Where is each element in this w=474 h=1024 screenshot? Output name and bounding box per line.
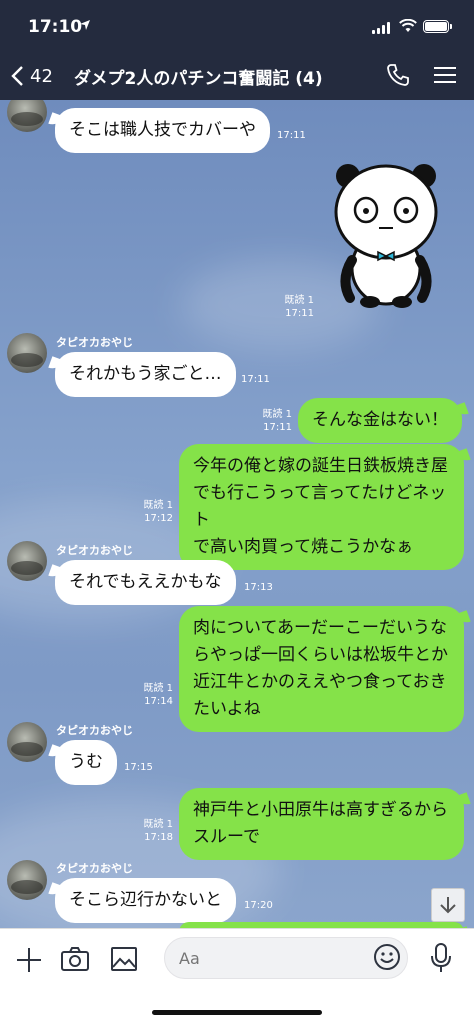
- message-line: たいよね: [193, 699, 261, 719]
- call-icon[interactable]: [386, 63, 410, 87]
- back-button[interactable]: 42: [10, 60, 53, 92]
- message-time: 17:11: [263, 422, 292, 433]
- chat-title: ダメプ2人のパチンコ奮闘記 (4): [74, 69, 323, 89]
- read-receipt: 既読 1: [143, 819, 173, 830]
- avatar[interactable]: [7, 100, 47, 132]
- message-line: 今年の俺と嫁の誕生日鉄板焼き屋: [193, 456, 448, 476]
- message-line: 近江牛とかのええやつ食っておき: [193, 672, 447, 692]
- sender-name: タピオカおやじ: [56, 336, 133, 349]
- sender-name: タピオカおやじ: [56, 724, 133, 737]
- message-bubble[interactable]: 神戸牛と小田原牛は高すぎるから スルーで: [179, 788, 464, 860]
- sender-name: タピオカおやじ: [56, 544, 133, 557]
- panda-sticker[interactable]: [330, 160, 442, 310]
- top-bar: 17:10 42 ダメプ2人のパチンコ奮闘記 (4): [0, 0, 474, 100]
- avatar[interactable]: [7, 860, 47, 900]
- emoji-icon[interactable]: [373, 943, 401, 971]
- sender-name: タピオカおやじ: [56, 862, 133, 875]
- message-time: 17:14: [144, 696, 173, 707]
- message-meta: 既読 1 17:14: [139, 682, 173, 708]
- message-time: 17:15: [124, 762, 153, 773]
- message-time: 17:18: [144, 832, 173, 843]
- message-bubble[interactable]: そこら辺行かないと: [55, 878, 236, 923]
- message-time: 17:11: [285, 308, 314, 319]
- message-meta: 既読 1 17:12: [139, 499, 173, 525]
- image-icon[interactable]: [110, 946, 138, 972]
- scroll-down-button[interactable]: [431, 888, 465, 922]
- message-meta: 既読 1 17:18: [139, 818, 173, 844]
- message-line: で高い肉買って焼こうかなぁ: [193, 537, 414, 557]
- message-line: 神戸牛と小田原牛は高すぎるから: [193, 800, 448, 820]
- read-receipt: 既読 1: [143, 500, 173, 511]
- back-count: 42: [30, 65, 53, 87]
- message-bubble[interactable]: そこは職人技でカバーや: [55, 108, 270, 153]
- battery-icon: [423, 20, 452, 33]
- menu-icon[interactable]: [434, 66, 456, 84]
- message-bubble[interactable]: それかもう家ごと…: [55, 352, 236, 397]
- message-line: らやっぱ一回くらいは松坂牛とか: [193, 645, 448, 665]
- home-indicator: [152, 1010, 322, 1015]
- chat-area[interactable]: そこは職人技でカバーや 17:11 既読 1 17:11 タピオカおやじ それか…: [0, 100, 474, 928]
- message-time: 17:13: [244, 582, 273, 593]
- read-receipt: 既読 1: [262, 409, 292, 420]
- read-receipt: 既読 1: [143, 683, 173, 694]
- message-bubble[interactable]: そんな金はない！: [298, 398, 462, 443]
- avatar[interactable]: [7, 333, 47, 373]
- plus-icon[interactable]: [14, 945, 44, 975]
- message-line: スルーで: [193, 827, 260, 847]
- status-time: 17:10: [28, 17, 83, 37]
- avatar[interactable]: [7, 541, 47, 581]
- wifi-icon: [399, 19, 417, 32]
- message-bubble[interactable]: 肉についてあーだーこーだいうな らやっぱ一回くらいは松坂牛とか 近江牛とかのええ…: [179, 606, 464, 732]
- back-chevron-icon: [11, 66, 23, 86]
- message-time: 17:11: [241, 374, 270, 385]
- mic-icon[interactable]: [430, 942, 452, 974]
- message-meta: 既読 1 17:11: [258, 408, 292, 434]
- message-line: でも行こうって言ってたけどネット: [193, 483, 447, 530]
- message-time: 17:11: [277, 130, 306, 141]
- message-meta: 既読 1 17:11: [282, 294, 314, 320]
- message-time: 17:20: [244, 900, 273, 911]
- scroll-down-icon: [440, 897, 456, 914]
- message-bubble[interactable]: うむ: [55, 740, 117, 785]
- camera-icon[interactable]: [60, 945, 90, 973]
- read-receipt: 既読 1: [284, 295, 314, 306]
- avatar[interactable]: [7, 722, 47, 762]
- message-line: 肉についてあーだーこーだいうな: [193, 618, 447, 638]
- message-bubble[interactable]: 今年の俺と嫁の誕生日鉄板焼き屋 でも行こうって言ってたけどネット で高い肉買って…: [179, 444, 464, 570]
- message-bubble[interactable]: それでもええかもな: [55, 560, 236, 605]
- cell-signal-icon: [372, 22, 390, 34]
- location-arrow-icon: [80, 20, 90, 30]
- message-time: 17:12: [144, 513, 173, 524]
- message-input[interactable]: [164, 937, 408, 979]
